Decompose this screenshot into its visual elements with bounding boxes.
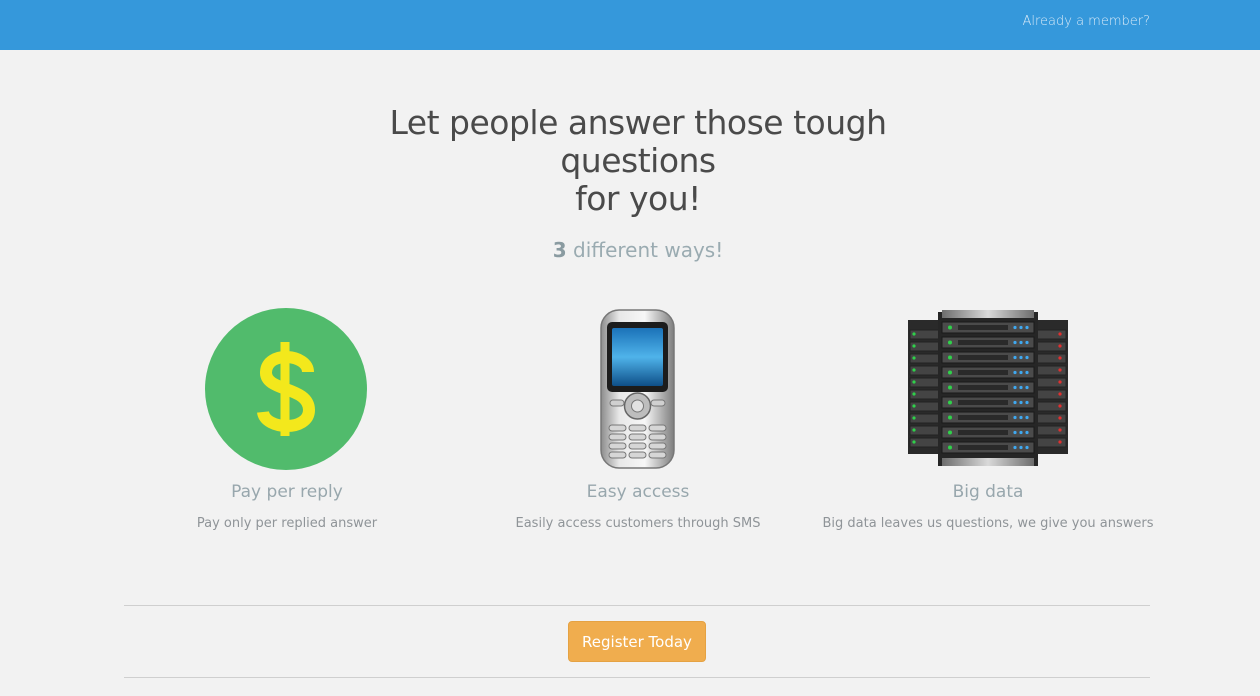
feature-title: Big data (952, 482, 1024, 502)
top-navigation-bar: Already a member? (0, 0, 1260, 50)
register-today-button[interactable]: Register Today (568, 621, 706, 662)
hero-title-line-1: Let people answer those tough (389, 103, 888, 142)
feature-title: Easy access (586, 482, 690, 502)
server-rack-icon (808, 306, 1168, 472)
divider-top (124, 605, 1150, 606)
hero-title-line-2: questions (560, 141, 716, 180)
hero-subtitle: 3 different ways! (380, 238, 896, 262)
feature-easy-access: Easy access Easily access customers thro… (458, 306, 818, 531)
feature-description: Easily access customers through SMS (515, 516, 761, 531)
feature-title: Pay per reply (231, 482, 343, 502)
already-member-link[interactable]: Already a member? (1022, 14, 1150, 29)
hero-title-line-3: for you! (575, 179, 701, 218)
feature-pay-per-reply: Pay per reply Pay only per replied answe… (107, 306, 467, 531)
dollar-coin-icon (107, 306, 467, 472)
ways-text: different ways! (566, 238, 724, 262)
feature-big-data: Big data Big data leaves us questions, w… (808, 306, 1168, 531)
hero-title: Let people answer those tough questions … (380, 104, 896, 218)
ways-count: 3 (552, 238, 567, 262)
feature-description: Big data leaves us questions, we give yo… (822, 516, 1154, 531)
feature-description: Pay only per replied answer (196, 516, 378, 531)
divider-bottom (124, 677, 1150, 678)
mobile-phone-icon (458, 306, 818, 472)
